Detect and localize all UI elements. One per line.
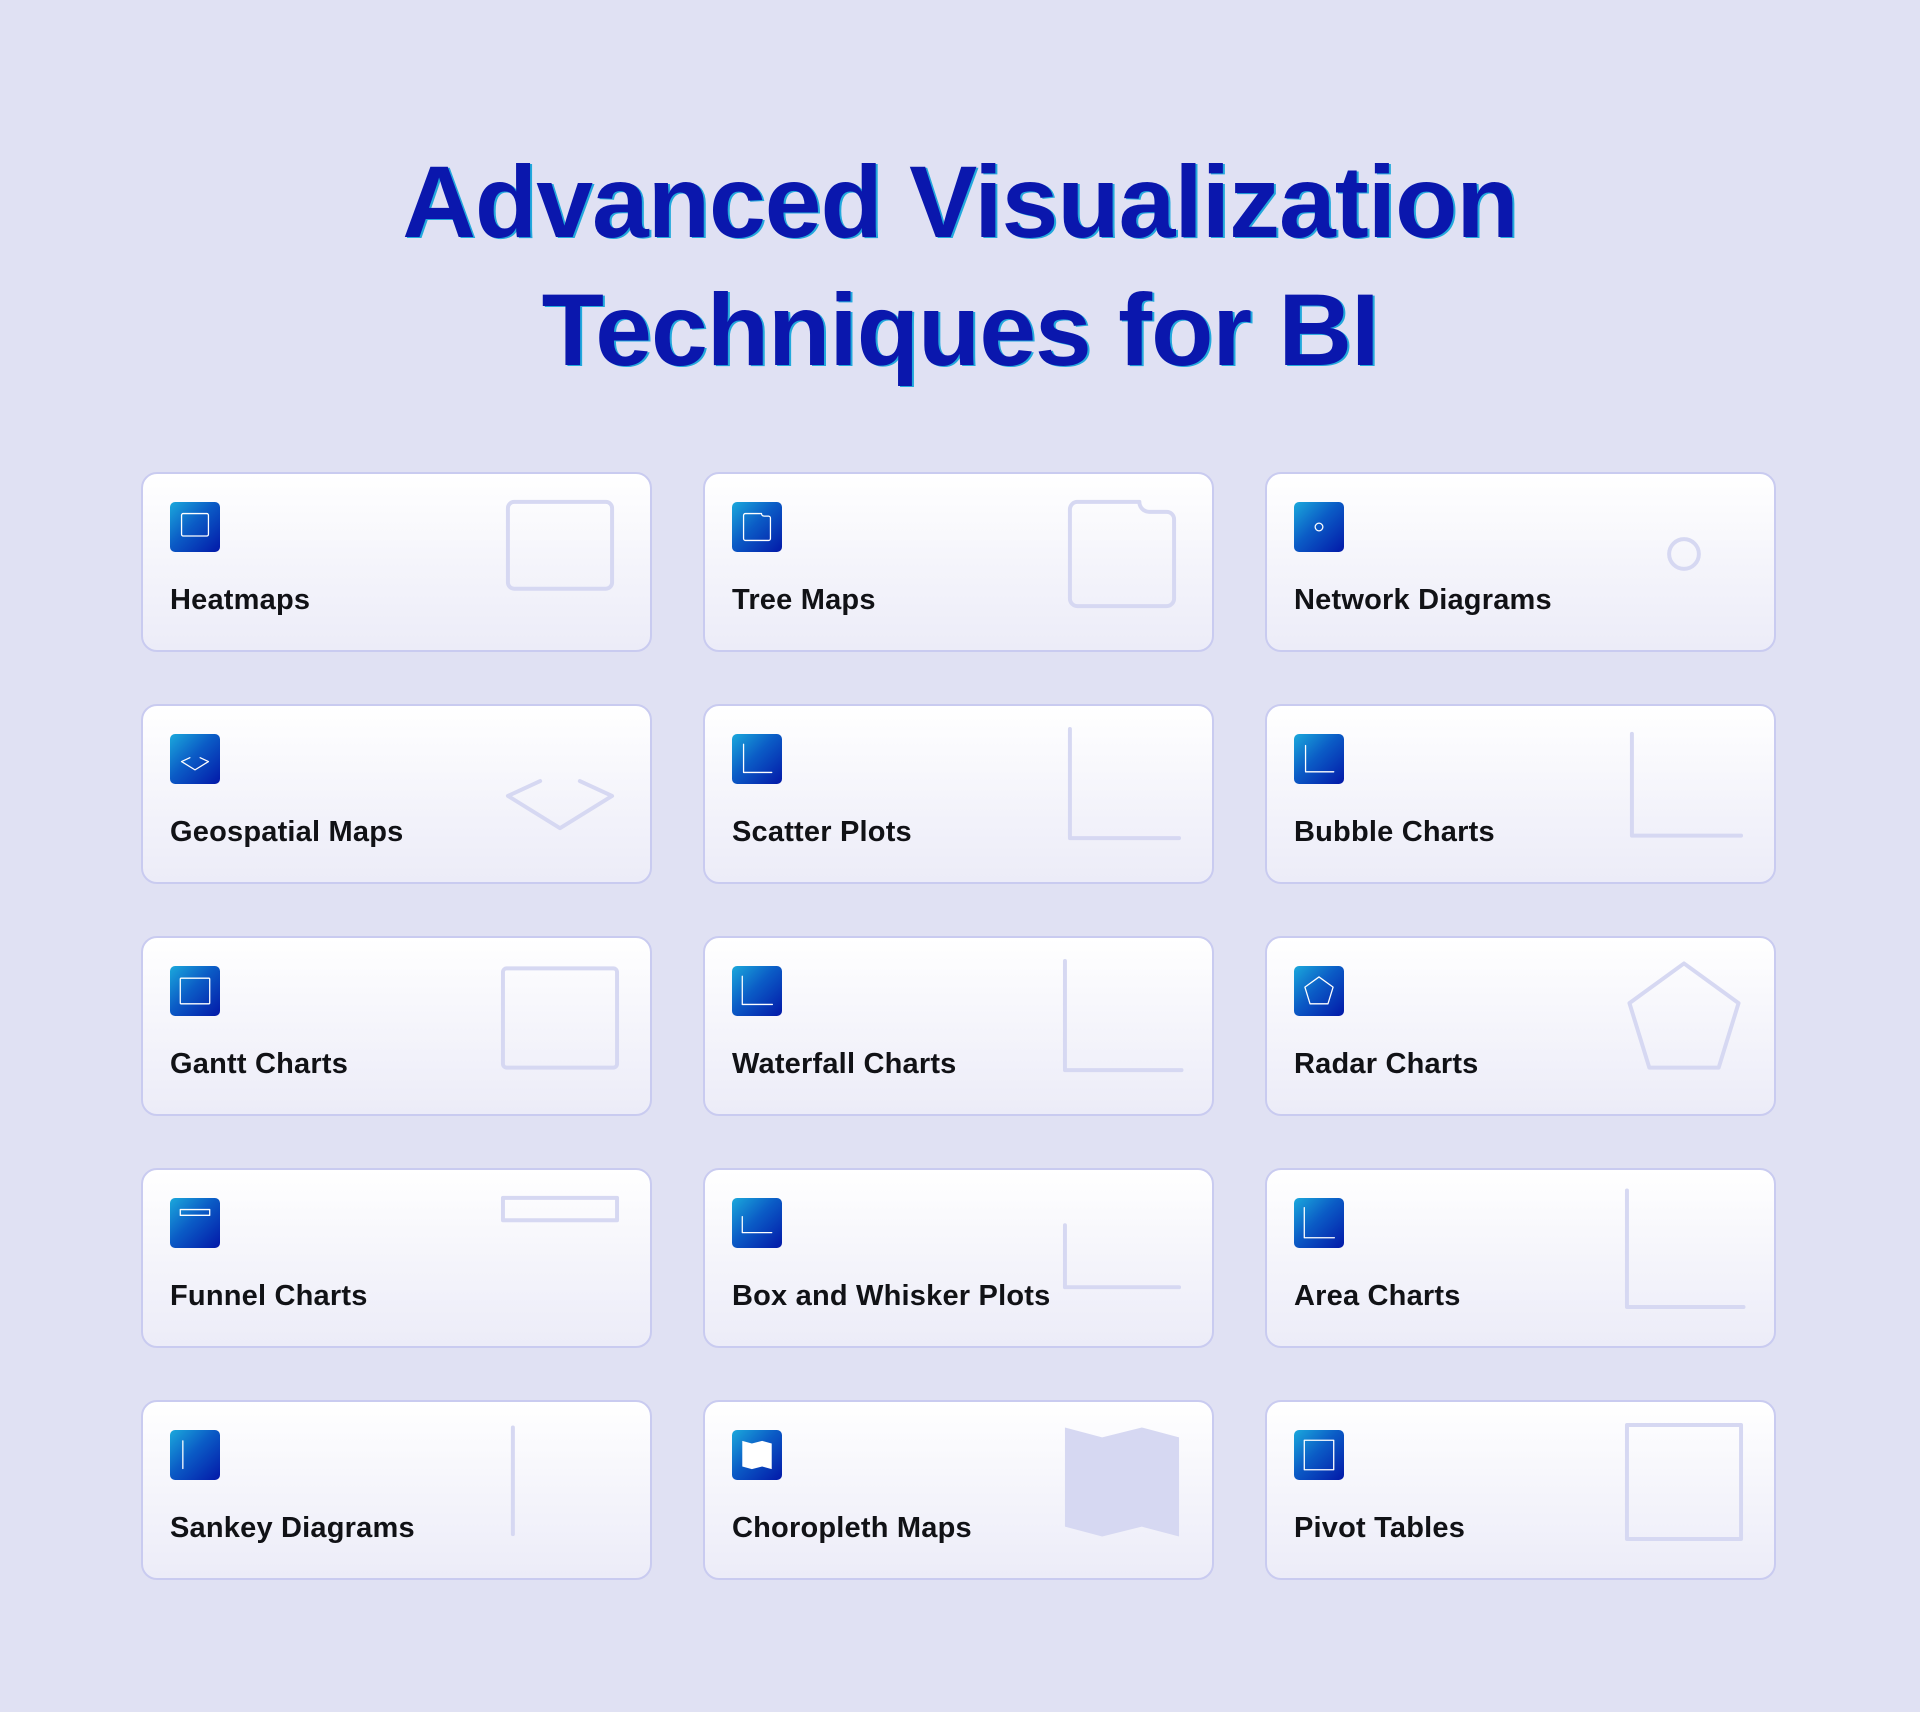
gantt-chart-badge-icon — [170, 966, 220, 1016]
technique-label: Funnel Charts — [170, 1280, 368, 1312]
technique-card[interactable]: Tree Maps — [703, 472, 1214, 652]
area-chart-badge-icon — [1294, 1198, 1344, 1248]
waterfall-chart-icon — [1060, 956, 1184, 1080]
title-line-1: Advanced Visualization — [402, 145, 1518, 259]
technique-label: Sankey Diagrams — [170, 1512, 415, 1544]
technique-card[interactable]: Funnel Charts — [141, 1168, 652, 1348]
pivot-table-badge-icon — [1294, 1430, 1344, 1480]
technique-card[interactable]: Pivot Tables — [1265, 1400, 1776, 1580]
bubble-chart-badge-icon — [1294, 734, 1344, 784]
technique-label: Area Charts — [1294, 1280, 1461, 1312]
technique-grid: Heatmaps Tree Maps Network Diagrams Geos… — [141, 472, 1776, 1580]
box-whisker-icon — [1060, 1188, 1184, 1312]
technique-card[interactable]: Network Diagrams — [1265, 472, 1776, 652]
sankey-icon — [498, 1420, 622, 1544]
technique-label: Choropleth Maps — [732, 1512, 972, 1544]
technique-label: Radar Charts — [1294, 1048, 1479, 1080]
technique-label: Bubble Charts — [1294, 816, 1495, 848]
technique-label: Scatter Plots — [732, 816, 912, 848]
scatter-plot-badge-icon — [732, 734, 782, 784]
technique-label: Pivot Tables — [1294, 1512, 1466, 1544]
area-chart-icon — [1622, 1188, 1746, 1312]
scatter-plot-icon — [1060, 724, 1184, 848]
technique-card[interactable]: Heatmaps — [141, 472, 652, 652]
technique-label: Gantt Charts — [170, 1048, 349, 1080]
technique-label: Network Diagrams — [1294, 584, 1552, 616]
network-badge-icon — [1294, 502, 1344, 552]
technique-card[interactable]: Geospatial Maps — [141, 704, 652, 884]
bubble-chart-icon — [1622, 724, 1746, 848]
technique-card[interactable]: Choropleth Maps — [703, 1400, 1214, 1580]
technique-card[interactable]: Bubble Charts — [1265, 704, 1776, 884]
technique-card[interactable]: Gantt Charts — [141, 936, 652, 1116]
technique-card[interactable]: Area Charts — [1265, 1168, 1776, 1348]
technique-card[interactable]: Sankey Diagrams — [141, 1400, 652, 1580]
choropleth-map-badge-icon — [732, 1430, 782, 1480]
technique-label: Box and Whisker Plots — [732, 1280, 1051, 1312]
sankey-badge-icon — [170, 1430, 220, 1480]
technique-label: Heatmaps — [170, 584, 311, 616]
tree-map-badge-icon — [732, 502, 782, 552]
funnel-chart-badge-icon — [170, 1198, 220, 1248]
box-whisker-badge-icon — [732, 1198, 782, 1248]
page-title: Advanced Visualization Techniques for BI — [0, 138, 1920, 394]
radar-chart-badge-icon — [1294, 966, 1344, 1016]
technique-card[interactable]: Waterfall Charts — [703, 936, 1214, 1116]
technique-card[interactable]: Scatter Plots — [703, 704, 1214, 884]
radar-chart-icon — [1622, 956, 1746, 1080]
technique-card[interactable]: Box and Whisker Plots — [703, 1168, 1214, 1348]
technique-label: Geospatial Maps — [170, 816, 404, 848]
geospatial-map-icon — [498, 724, 622, 848]
technique-label: Waterfall Charts — [732, 1048, 957, 1080]
waterfall-chart-badge-icon — [732, 966, 782, 1016]
heatmap-badge-icon — [170, 502, 220, 552]
choropleth-map-icon — [1060, 1420, 1184, 1544]
heatmap-icon — [498, 492, 622, 616]
tree-map-icon — [1060, 492, 1184, 616]
geospatial-map-badge-icon — [170, 734, 220, 784]
network-icon — [1622, 492, 1746, 616]
gantt-chart-icon — [498, 956, 622, 1080]
funnel-chart-icon — [498, 1188, 622, 1312]
title-line-2: Techniques for BI — [541, 273, 1380, 387]
pivot-table-icon — [1622, 1420, 1746, 1544]
technique-card[interactable]: Radar Charts — [1265, 936, 1776, 1116]
technique-label: Tree Maps — [732, 584, 876, 616]
